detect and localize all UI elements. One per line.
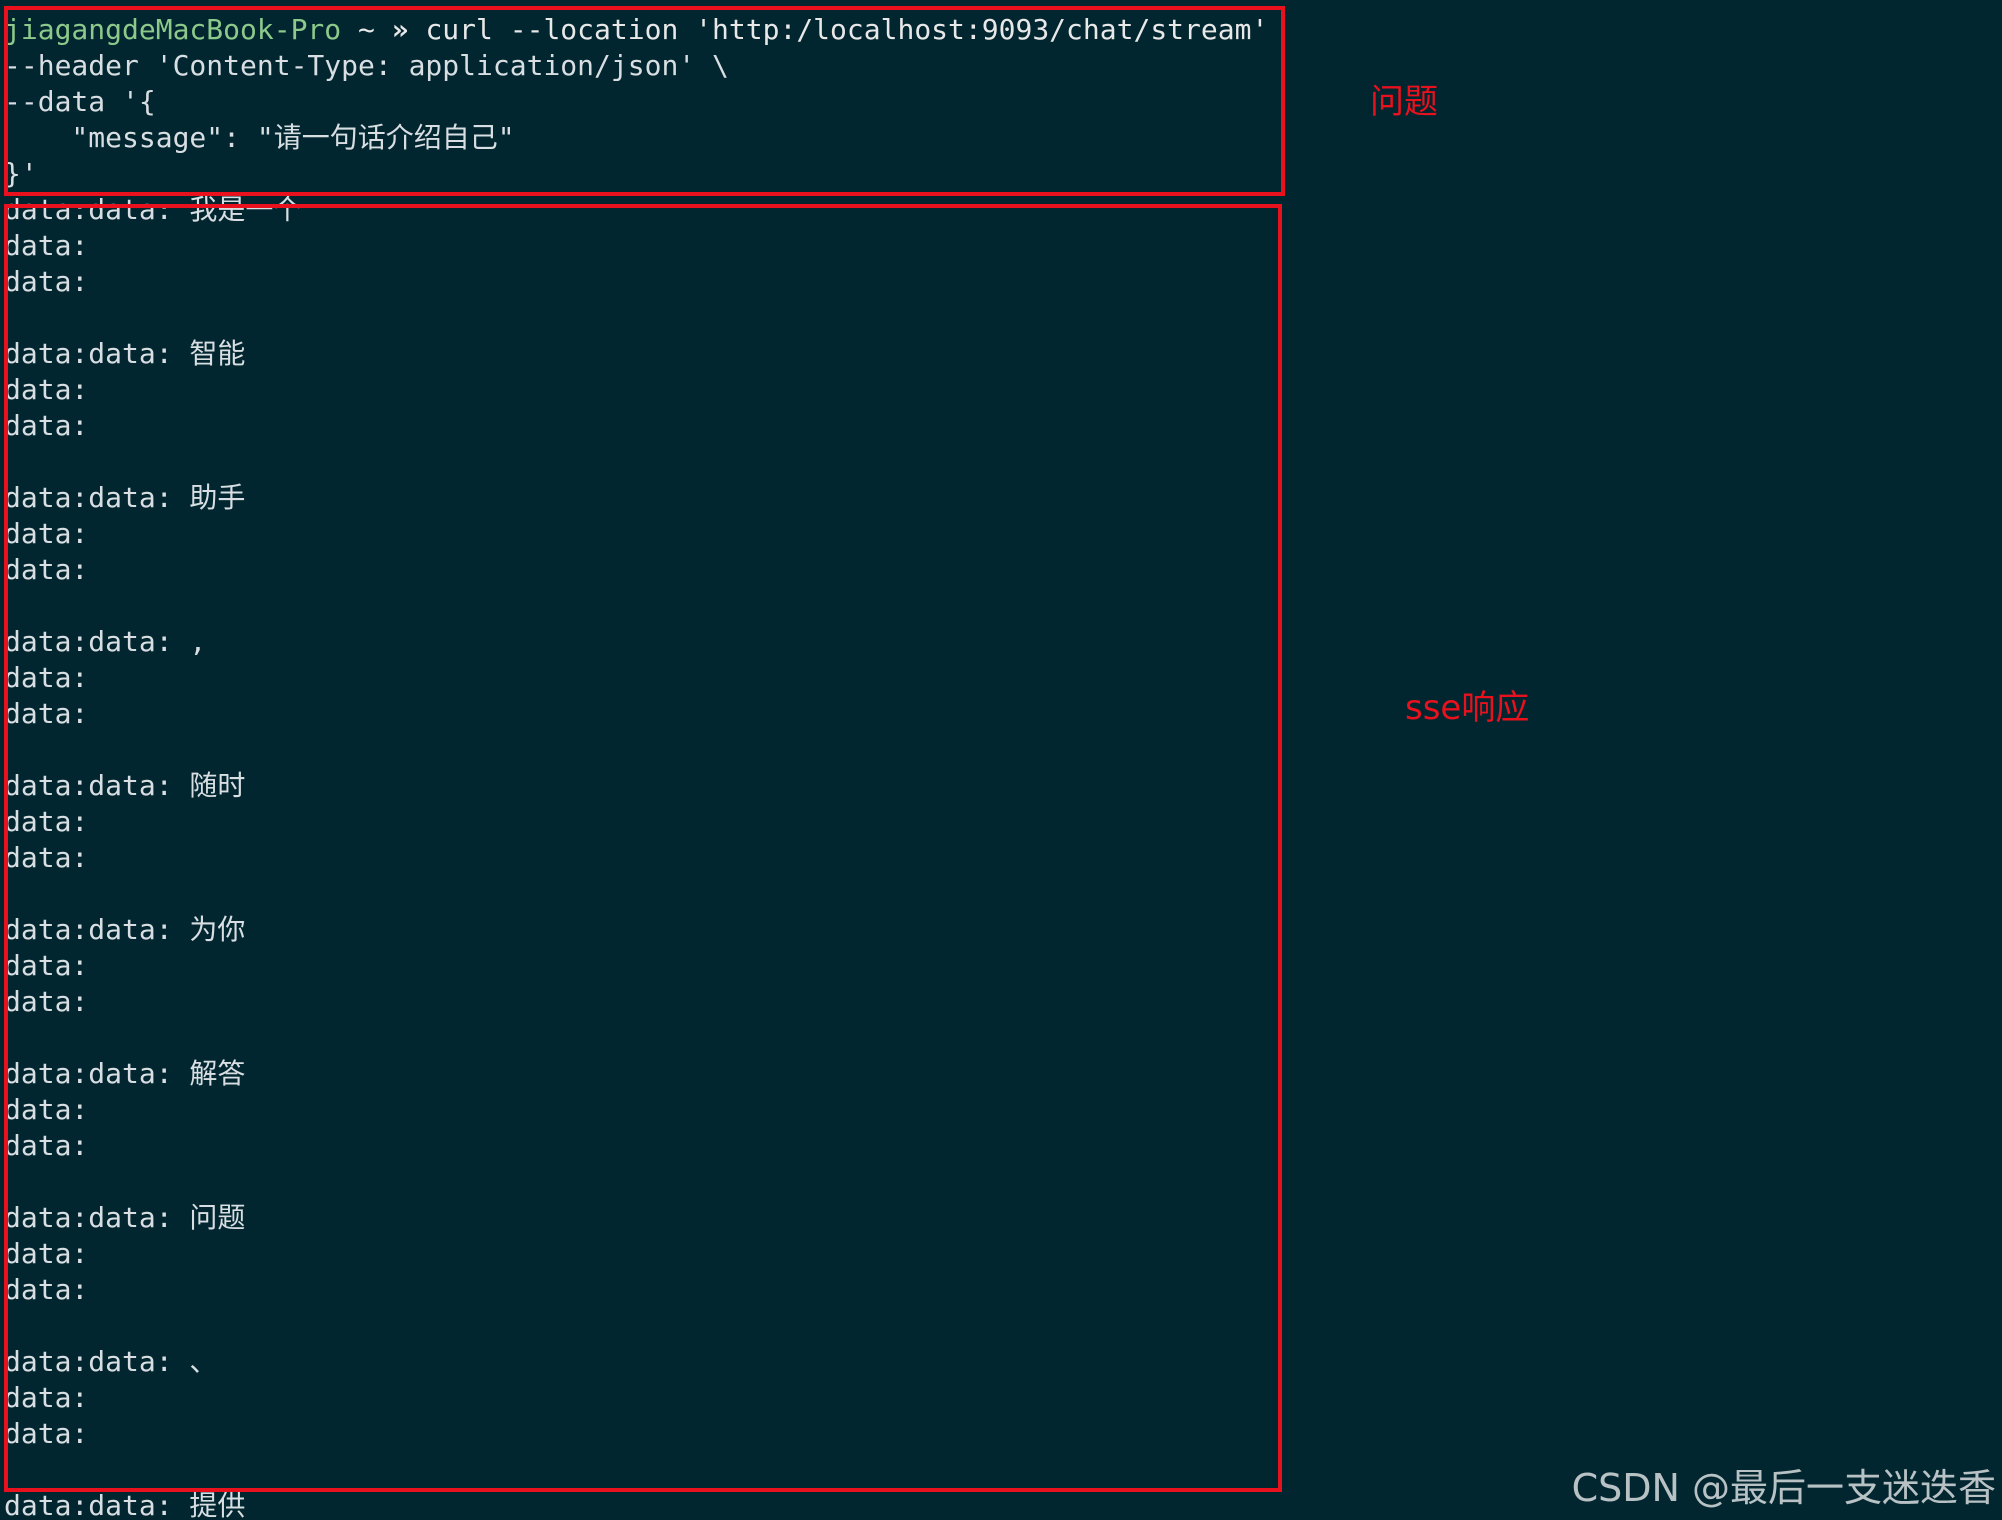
output-line: data:data: 助手 bbox=[4, 481, 246, 514]
output-line: data:data: 智能 bbox=[4, 337, 246, 370]
output-line: data: bbox=[4, 553, 89, 586]
sse-response-annotation: sse响应 bbox=[1405, 688, 1530, 728]
output-line: data: bbox=[4, 1129, 89, 1162]
prompt-user-host: jiagangdeMacBook-Pro bbox=[4, 13, 342, 46]
output-line: data: bbox=[4, 517, 89, 550]
output-line: data: bbox=[4, 985, 89, 1018]
output-line: data: bbox=[4, 949, 89, 982]
output-line: data: bbox=[4, 697, 89, 730]
question-annotation: 问题 bbox=[1370, 82, 1438, 122]
output-line: data: bbox=[4, 1273, 89, 1306]
output-line: data: bbox=[4, 265, 89, 298]
output-line: data: bbox=[4, 805, 89, 838]
command-line: --data '{ bbox=[4, 85, 156, 118]
output-line: data: bbox=[4, 661, 89, 694]
prompt-symbol: » bbox=[391, 13, 409, 46]
sse-output: data:data: 我是一个 data: data: data:data: 智能 da… bbox=[4, 192, 1284, 1520]
prompt-line: jiagangdeMacBook-Pro ~ » curl --location… bbox=[4, 12, 1284, 48]
output-line: data: bbox=[4, 841, 89, 874]
terminal-output[interactable]: jiagangdeMacBook-Pro ~ » curl --location… bbox=[4, 12, 1284, 1520]
output-line: data: bbox=[4, 1093, 89, 1126]
csdn-watermark: CSDN @最后一支迷迭香 bbox=[1571, 1466, 1996, 1510]
output-line: data:data: , bbox=[4, 625, 207, 658]
output-line: data:data: 提供 bbox=[4, 1489, 246, 1520]
prompt-tilde: ~ bbox=[341, 13, 392, 46]
output-line: data:data: 解答 bbox=[4, 1057, 246, 1090]
output-line: data:data: 为你 bbox=[4, 913, 246, 946]
output-line: data: bbox=[4, 229, 89, 262]
output-line: data: bbox=[4, 409, 89, 442]
command-text: curl --location 'http:/localhost:9093/ch… bbox=[408, 13, 1284, 46]
output-line: data:data: 我是一个 bbox=[4, 193, 302, 226]
output-line: data:data: 随时 bbox=[4, 769, 246, 802]
output-line: data:data: 问题 bbox=[4, 1201, 246, 1234]
command-line: --header 'Content-Type: application/json… bbox=[4, 49, 729, 82]
output-line: data: bbox=[4, 1417, 89, 1450]
output-line: data: bbox=[4, 373, 89, 406]
output-line: data: bbox=[4, 1381, 89, 1414]
command-line: }' bbox=[4, 157, 38, 190]
output-line: data: bbox=[4, 1237, 89, 1270]
command-line: "message": "请一句话介绍自己" bbox=[4, 121, 515, 154]
output-line: data:data: 、 bbox=[4, 1345, 218, 1378]
